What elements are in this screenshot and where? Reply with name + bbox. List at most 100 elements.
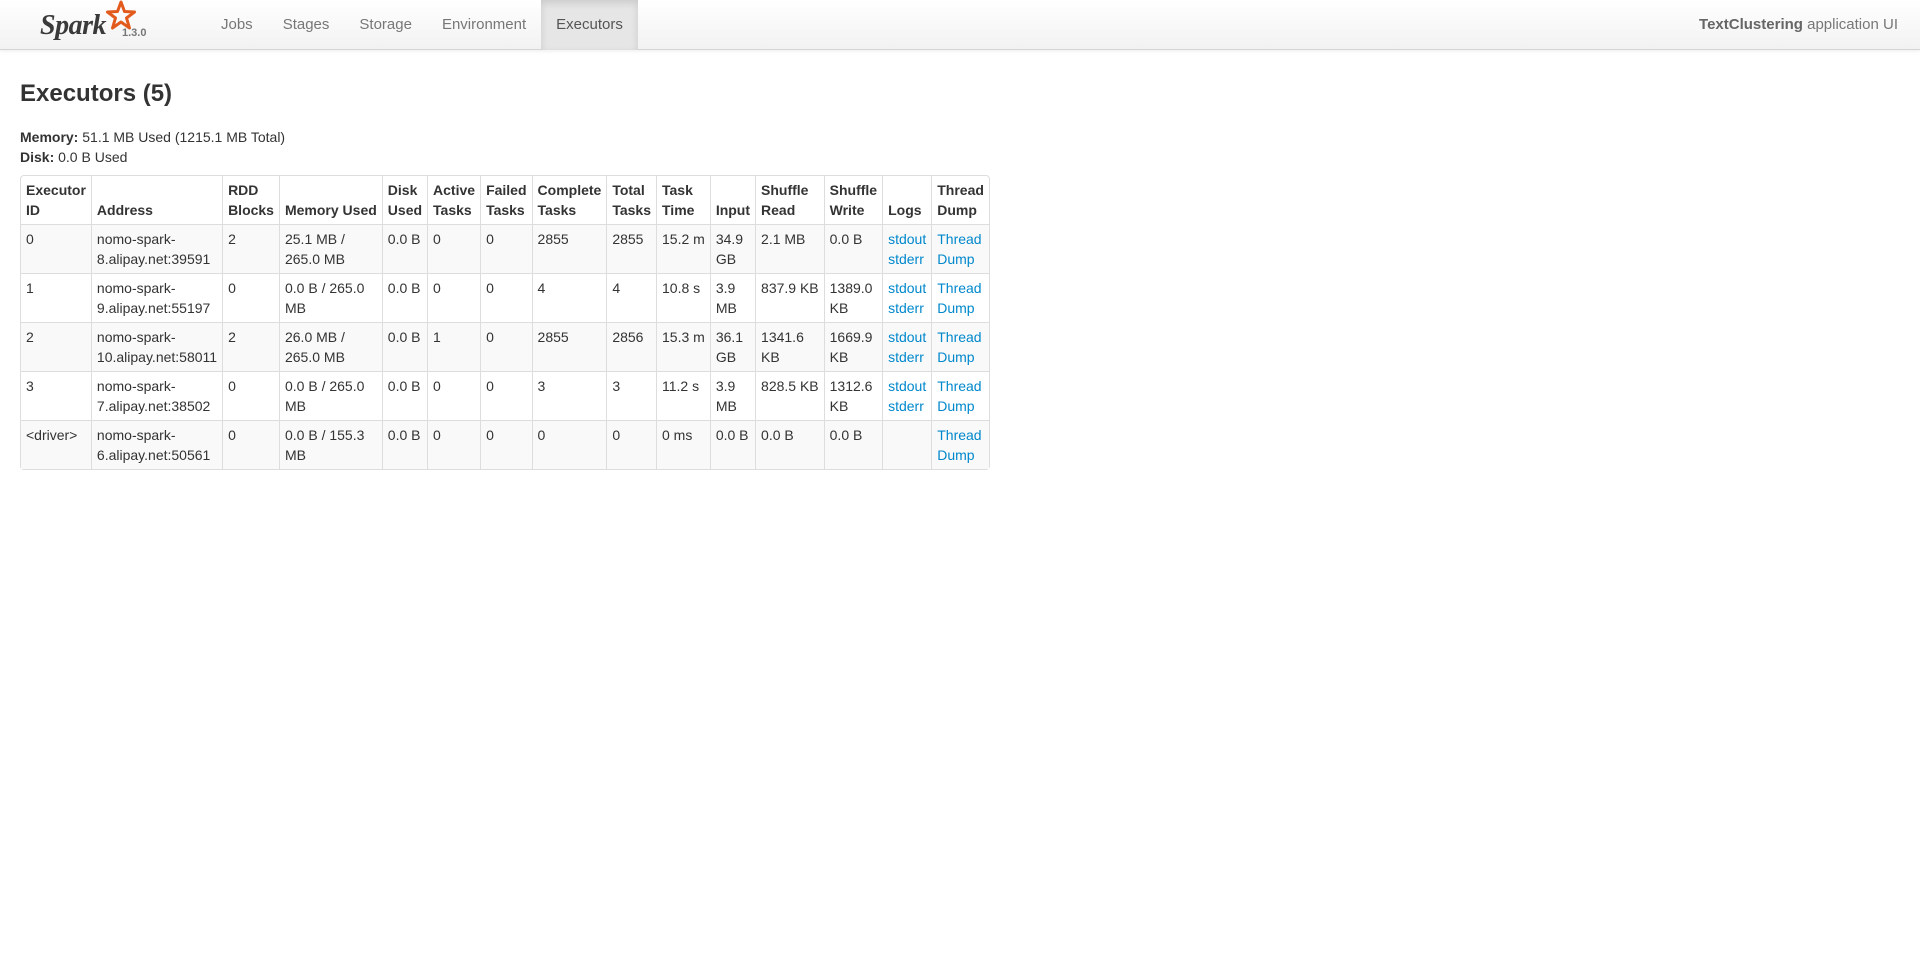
cell-complete-tasks: 2855 <box>531 224 607 273</box>
cell-task-time: 15.3 m <box>656 322 710 371</box>
cell-logs: stdout stderr <box>882 224 932 273</box>
main-content: Executors (5) Memory: 51.1 MB Used (1215… <box>20 50 1900 470</box>
spark-logo[interactable]: Spark 1.3.0 <box>38 0 168 50</box>
column-header-total-tasks[interactable]: Total Tasks <box>606 176 656 224</box>
stderr-link[interactable]: stderr <box>888 398 924 414</box>
cell-rdd-blocks: 2 <box>222 224 279 273</box>
tab-stages[interactable]: Stages <box>268 0 345 50</box>
cell-input: 0.0 B <box>709 420 756 469</box>
thread-dump-link[interactable]: Thread Dump <box>937 280 981 316</box>
cell-thread-dump: Thread Dump <box>931 371 989 420</box>
table-row: 0 nomo-spark- 8.alipay.net:39591 2 25.1 MB /… <box>21 224 989 273</box>
cell-disk-used: 0.0 B <box>381 420 428 469</box>
cell-disk-used: 0.0 B <box>381 371 428 420</box>
memory-value: 51.1 MB Used (1215.1 MB Total) <box>78 129 286 145</box>
spark-logo-wordmark: Spark <box>40 10 106 41</box>
cell-shuffle-read: 837.9 KB <box>755 273 824 322</box>
cell-total-tasks: 4 <box>606 273 656 322</box>
stdout-link[interactable]: stdout <box>888 280 926 296</box>
cell-failed-tasks: 0 <box>480 420 532 469</box>
thread-dump-link[interactable]: Thread Dump <box>937 378 981 414</box>
cell-complete-tasks: 2855 <box>531 322 607 371</box>
cell-address: nomo-spark- 10.alipay.net:58011 <box>90 322 223 371</box>
cell-rdd-blocks: 2 <box>222 322 279 371</box>
disk-value: 0.0 B Used <box>54 149 128 165</box>
column-header-input[interactable]: Input <box>709 176 755 224</box>
cell-input: 3.9 MB <box>709 371 756 420</box>
stdout-link[interactable]: stdout <box>888 378 926 394</box>
thread-dump-link[interactable]: Thread Dump <box>937 329 981 365</box>
application-title: TextClustering application UI <box>1699 0 1898 50</box>
table-header-row: Executor ID Address RDD Blocks Memory Used Dis… <box>21 176 989 224</box>
column-header-rdd-blocks[interactable]: RDD Blocks <box>222 176 279 224</box>
cell-task-time: 11.2 s <box>656 371 710 420</box>
cell-memory-used: 0.0 B / 265.0 MB <box>278 371 382 420</box>
cell-active-tasks: 0 <box>427 371 481 420</box>
tab-storage[interactable]: Storage <box>344 0 427 50</box>
cell-id: 3 <box>21 371 91 420</box>
cell-rdd-blocks: 0 <box>222 420 279 469</box>
cell-logs: stdout stderr <box>882 371 932 420</box>
spark-version: 1.3.0 <box>122 27 147 39</box>
cell-address: nomo-spark- 7.alipay.net:38502 <box>90 371 223 420</box>
cell-shuffle-read: 0.0 B <box>755 420 824 469</box>
table-row: 2 nomo-spark- 10.alipay.net:58011 2 26.0 MB … <box>21 322 989 371</box>
table-row: 3 nomo-spark- 7.alipay.net:38502 0 0.0 B / 2… <box>21 371 989 420</box>
disk-label: Disk: <box>20 149 55 165</box>
thread-dump-link[interactable]: Thread Dump <box>937 427 981 463</box>
column-header-task-time[interactable]: Task Time <box>656 176 710 224</box>
stderr-link[interactable]: stderr <box>888 300 924 316</box>
cell-shuffle-read: 2.1 MB <box>755 224 824 273</box>
cell-shuffle-write: 1312.6 KB <box>823 371 883 420</box>
cell-failed-tasks: 0 <box>480 371 532 420</box>
column-header-thread-dump[interactable]: Thread Dump <box>931 176 989 224</box>
cell-thread-dump: Thread Dump <box>931 322 989 371</box>
thread-dump-link[interactable]: Thread Dump <box>937 231 981 267</box>
cell-shuffle-read: 828.5 KB <box>755 371 824 420</box>
stderr-link[interactable]: stderr <box>888 251 924 267</box>
cell-active-tasks: 1 <box>427 322 481 371</box>
cell-address: nomo-spark- 6.alipay.net:50561 <box>90 420 223 469</box>
application-name: TextClustering <box>1699 16 1803 33</box>
cell-total-tasks: 0 <box>606 420 656 469</box>
stdout-link[interactable]: stdout <box>888 231 926 247</box>
cell-shuffle-read: 1341.6 KB <box>755 322 824 371</box>
table-row: 1 nomo-spark- 9.alipay.net:55197 0 0.0 B / 2… <box>21 273 989 322</box>
cell-total-tasks: 3 <box>606 371 656 420</box>
cell-task-time: 15.2 m <box>656 224 710 273</box>
tab-jobs[interactable]: Jobs <box>206 0 268 50</box>
column-header-shuffle-write[interactable]: Shuffle Write <box>823 176 882 224</box>
column-header-complete-tasks[interactable]: Complete Tasks <box>531 176 607 224</box>
column-header-active-tasks[interactable]: Active Tasks <box>427 176 480 224</box>
cell-disk-used: 0.0 B <box>381 273 428 322</box>
stderr-link[interactable]: stderr <box>888 349 924 365</box>
tab-environment[interactable]: Environment <box>427 0 541 50</box>
cell-complete-tasks: 4 <box>531 273 607 322</box>
cell-shuffle-write: 1669.9 KB <box>823 322 883 371</box>
cell-id: <driver> <box>21 420 91 469</box>
cell-id: 2 <box>21 322 91 371</box>
cell-rdd-blocks: 0 <box>222 371 279 420</box>
cell-active-tasks: 0 <box>427 273 481 322</box>
cell-total-tasks: 2855 <box>606 224 656 273</box>
cell-address: nomo-spark- 8.alipay.net:39591 <box>90 224 223 273</box>
tab-executors[interactable]: Executors <box>541 0 638 50</box>
column-header-shuffle-read[interactable]: Shuffle Read <box>755 176 824 224</box>
column-header-failed-tasks[interactable]: Failed Tasks <box>480 176 531 224</box>
cell-disk-used: 0.0 B <box>381 224 428 273</box>
executors-table: Executor ID Address RDD Blocks Memory Used Dis… <box>20 175 990 470</box>
column-header-disk-used[interactable]: Disk Used <box>381 176 427 224</box>
cell-input: 3.9 MB <box>709 273 756 322</box>
storage-summary: Memory: 51.1 MB Used (1215.1 MB Total) D… <box>20 127 1900 167</box>
column-header-address[interactable]: Address <box>90 176 222 224</box>
application-suffix: application UI <box>1802 16 1898 33</box>
cell-failed-tasks: 0 <box>480 273 532 322</box>
cell-task-time: 10.8 s <box>656 273 710 322</box>
table-body: 0 nomo-spark- 8.alipay.net:39591 2 25.1 MB /… <box>21 224 989 469</box>
column-header-executor-id[interactable]: Executor ID <box>21 176 91 224</box>
column-header-memory-used[interactable]: Memory Used <box>278 176 382 224</box>
column-header-logs[interactable]: Logs <box>882 176 931 224</box>
stdout-link[interactable]: stdout <box>888 329 926 345</box>
memory-label: Memory: <box>20 129 79 145</box>
cell-input: 36.1 GB <box>709 322 756 371</box>
